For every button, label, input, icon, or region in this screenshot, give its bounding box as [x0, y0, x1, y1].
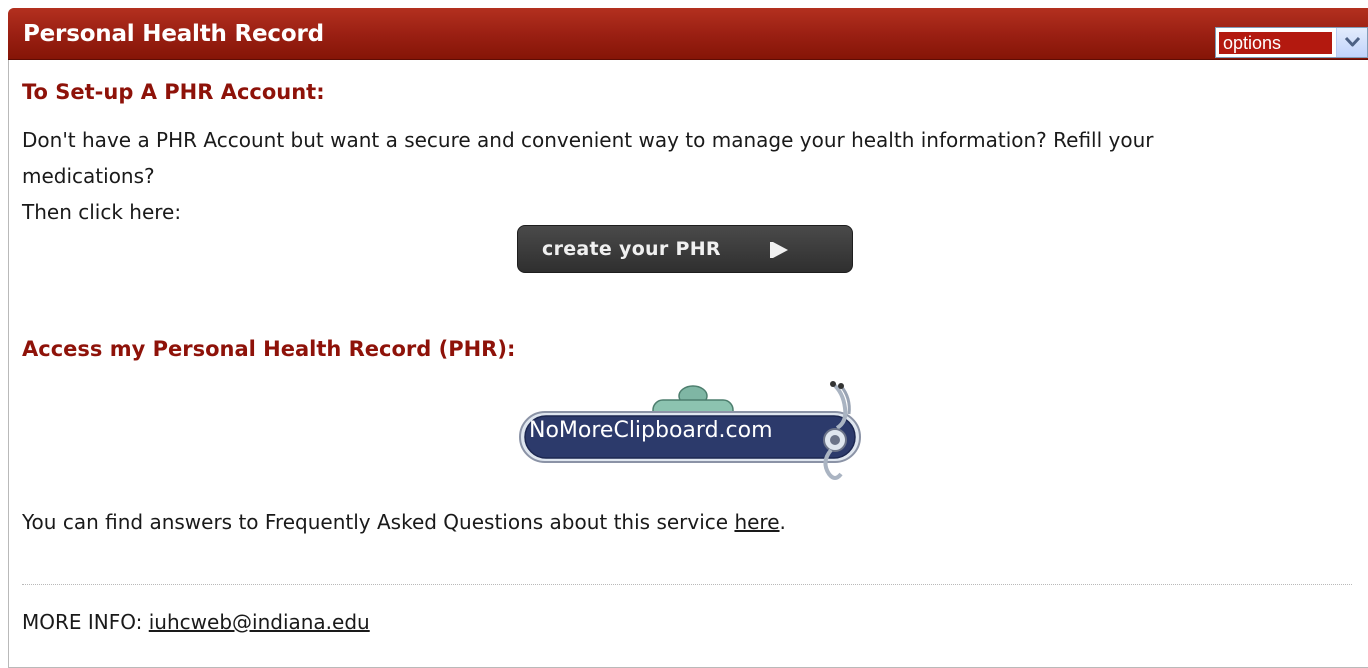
nomoreclipboard-logo-link[interactable]: NoMoreClipboard.com [515, 378, 865, 486]
more-info-email-link[interactable]: iuhcweb@indiana.edu [149, 610, 370, 634]
more-info-line: MORE INFO: iuhcweb@indiana.edu [22, 604, 370, 640]
setup-heading: To Set-up A PHR Account: [22, 80, 325, 104]
faq-text: You can find answers to Frequently Asked… [22, 510, 735, 534]
setup-line-1: Don't have a PHR Account but want a secu… [22, 128, 1154, 152]
options-dropdown-button[interactable] [1336, 28, 1367, 57]
faq-text-end: . [779, 510, 786, 534]
setup-line-3: Then click here: [22, 200, 182, 224]
stethoscope-icon [823, 381, 851, 480]
panel-header: Personal Health Record options [8, 8, 1368, 60]
setup-line-2: medications? [22, 164, 155, 188]
options-select[interactable]: options [1215, 27, 1368, 58]
divider [22, 584, 1352, 585]
faq-here-link[interactable]: here [734, 510, 779, 534]
access-heading: Access my Personal Health Record (PHR): [22, 337, 516, 361]
faq-line: You can find answers to Frequently Asked… [22, 504, 786, 540]
create-phr-button[interactable]: create your PHR [517, 225, 853, 273]
panel-title: Personal Health Record [23, 21, 324, 47]
play-arrow-icon [770, 242, 788, 258]
options-select-value: options [1219, 32, 1332, 54]
create-phr-button-label: create your PHR [542, 238, 721, 260]
chevron-down-icon [1345, 36, 1360, 47]
more-info-label: MORE INFO: [22, 610, 149, 634]
